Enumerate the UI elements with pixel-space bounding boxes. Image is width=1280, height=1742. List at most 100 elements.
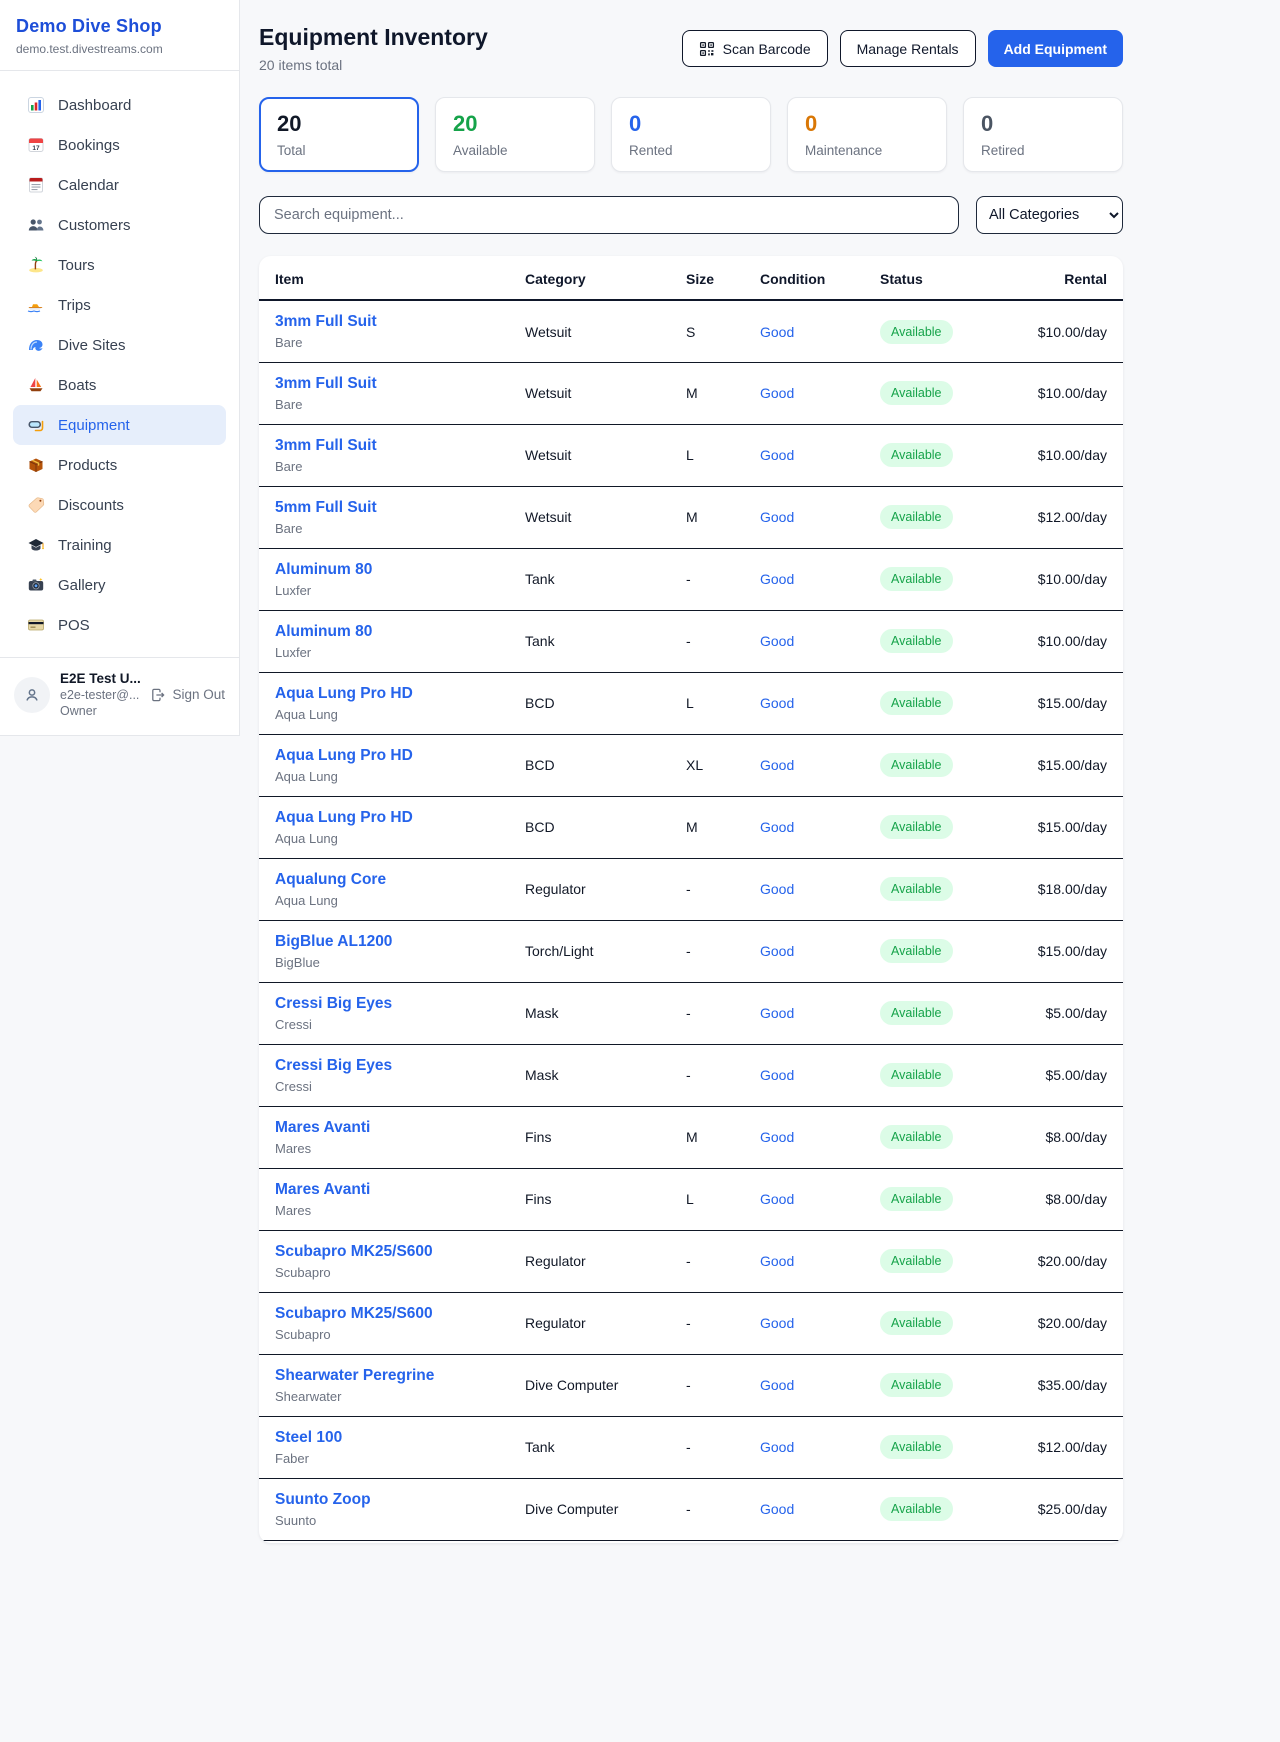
stat-label: Maintenance: [805, 143, 929, 158]
equipment-table: Item Category Size Condition Status Rent…: [259, 256, 1123, 1541]
search-input[interactable]: [259, 196, 959, 234]
condition-link[interactable]: Good: [760, 1377, 794, 1393]
condition-link[interactable]: Good: [760, 571, 794, 587]
sidebar-item-bookings[interactable]: 17Bookings: [13, 125, 226, 165]
condition-link[interactable]: Good: [760, 1253, 794, 1269]
sign-out-button[interactable]: Sign Out: [150, 687, 225, 703]
condition-link[interactable]: Good: [760, 633, 794, 649]
condition-link[interactable]: Good: [760, 1501, 794, 1517]
sidebar-item-calendar[interactable]: Calendar: [13, 165, 226, 205]
category-select[interactable]: All Categories: [976, 196, 1123, 234]
status-badge: Available: [880, 1063, 953, 1087]
item-link[interactable]: Aluminum 80: [275, 561, 493, 579]
item-link[interactable]: Aqua Lung Pro HD: [275, 747, 493, 765]
sidebar-item-tours[interactable]: Tours: [13, 245, 226, 285]
condition-link[interactable]: Good: [760, 1315, 794, 1331]
stat-card-total[interactable]: 20Total: [259, 97, 419, 172]
sidebar-item-training[interactable]: Training: [13, 525, 226, 565]
item-brand: Aqua Lung: [275, 769, 493, 784]
tours-icon: [27, 256, 45, 274]
sidebar-item-pos[interactable]: POS: [13, 605, 226, 645]
item-link[interactable]: Suunto Zoop: [275, 1491, 493, 1509]
table-row: Mares AvantiMaresFinsLGoodAvailable$8.00…: [259, 1168, 1123, 1230]
item-brand: Scubapro: [275, 1265, 493, 1280]
item-size: -: [670, 610, 744, 672]
equipment-icon: [27, 416, 45, 434]
item-brand: Suunto: [275, 1513, 493, 1528]
item-link[interactable]: Steel 100: [275, 1429, 493, 1447]
sidebar-item-label: Discounts: [58, 497, 124, 514]
stat-card-maintenance[interactable]: 0Maintenance: [787, 97, 947, 172]
item-rental-rate: $20.00/day: [986, 1292, 1123, 1354]
item-link[interactable]: 3mm Full Suit: [275, 437, 493, 455]
sidebar-item-dashboard[interactable]: Dashboard: [13, 85, 226, 125]
manage-rentals-button[interactable]: Manage Rentals: [840, 30, 976, 67]
discounts-icon: [27, 496, 45, 514]
pos-icon: [27, 616, 45, 634]
item-link[interactable]: Scubapro MK25/S600: [275, 1243, 493, 1261]
condition-link[interactable]: Good: [760, 324, 794, 340]
table-row: Cressi Big EyesCressiMask-GoodAvailable$…: [259, 982, 1123, 1044]
condition-link[interactable]: Good: [760, 1439, 794, 1455]
sidebar-item-label: Calendar: [58, 177, 119, 194]
item-link[interactable]: Cressi Big Eyes: [275, 995, 493, 1013]
condition-link[interactable]: Good: [760, 881, 794, 897]
item-link[interactable]: Mares Avanti: [275, 1181, 493, 1199]
item-rental-rate: $35.00/day: [986, 1354, 1123, 1416]
item-link[interactable]: Aqua Lung Pro HD: [275, 809, 493, 827]
item-link[interactable]: Scubapro MK25/S600: [275, 1305, 493, 1323]
condition-link[interactable]: Good: [760, 1191, 794, 1207]
sidebar-item-boats[interactable]: Boats: [13, 365, 226, 405]
sidebar-item-dive-sites[interactable]: Dive Sites: [13, 325, 226, 365]
item-category: Wetsuit: [509, 486, 670, 548]
stat-card-rented[interactable]: 0Rented: [611, 97, 771, 172]
equipment-table-card: Item Category Size Condition Status Rent…: [259, 256, 1123, 1543]
condition-link[interactable]: Good: [760, 385, 794, 401]
condition-link[interactable]: Good: [760, 943, 794, 959]
condition-link[interactable]: Good: [760, 757, 794, 773]
table-row: Aluminum 80LuxferTank-GoodAvailable$10.0…: [259, 548, 1123, 610]
item-rental-rate: $5.00/day: [986, 982, 1123, 1044]
main-content: Equipment Inventory 20 items total Scan …: [259, 0, 1123, 1543]
stat-card-available[interactable]: 20Available: [435, 97, 595, 172]
item-size: L: [670, 424, 744, 486]
condition-link[interactable]: Good: [760, 1129, 794, 1145]
item-link[interactable]: 3mm Full Suit: [275, 375, 493, 393]
item-link[interactable]: Aluminum 80: [275, 623, 493, 641]
sidebar-item-gallery[interactable]: Gallery: [13, 565, 226, 605]
add-equipment-button[interactable]: Add Equipment: [988, 30, 1123, 67]
status-badge: Available: [880, 691, 953, 715]
user-meta: E2E Test U... e2e-tester@... Owner: [60, 671, 140, 718]
condition-link[interactable]: Good: [760, 1067, 794, 1083]
item-link[interactable]: Cressi Big Eyes: [275, 1057, 493, 1075]
condition-link[interactable]: Good: [760, 1005, 794, 1021]
condition-link[interactable]: Good: [760, 509, 794, 525]
sidebar-item-equipment[interactable]: Equipment: [13, 405, 226, 445]
item-category: Wetsuit: [509, 300, 670, 362]
sidebar-item-customers[interactable]: Customers: [13, 205, 226, 245]
table-row: 3mm Full SuitBareWetsuitLGoodAvailable$1…: [259, 424, 1123, 486]
sidebar-item-trips[interactable]: Trips: [13, 285, 226, 325]
item-size: M: [670, 486, 744, 548]
sidebar-item-products[interactable]: Products: [13, 445, 226, 485]
table-header-row: Item Category Size Condition Status Rent…: [259, 256, 1123, 300]
scan-barcode-button[interactable]: Scan Barcode: [682, 30, 828, 67]
item-link[interactable]: Aqua Lung Pro HD: [275, 685, 493, 703]
condition-link[interactable]: Good: [760, 447, 794, 463]
condition-link[interactable]: Good: [760, 819, 794, 835]
item-rental-rate: $15.00/day: [986, 734, 1123, 796]
svg-text:17: 17: [32, 145, 40, 152]
status-badge: Available: [880, 1497, 953, 1521]
item-brand: Bare: [275, 335, 493, 350]
item-link[interactable]: Shearwater Peregrine: [275, 1367, 493, 1385]
stat-card-retired[interactable]: 0Retired: [963, 97, 1123, 172]
item-link[interactable]: BigBlue AL1200: [275, 933, 493, 951]
item-link[interactable]: Aqualung Core: [275, 871, 493, 889]
brand-name[interactable]: Demo Dive Shop: [16, 16, 223, 37]
item-link[interactable]: 3mm Full Suit: [275, 313, 493, 331]
item-link[interactable]: 5mm Full Suit: [275, 499, 493, 517]
condition-link[interactable]: Good: [760, 695, 794, 711]
sidebar-item-discounts[interactable]: Discounts: [13, 485, 226, 525]
item-size: XL: [670, 734, 744, 796]
item-link[interactable]: Mares Avanti: [275, 1119, 493, 1137]
